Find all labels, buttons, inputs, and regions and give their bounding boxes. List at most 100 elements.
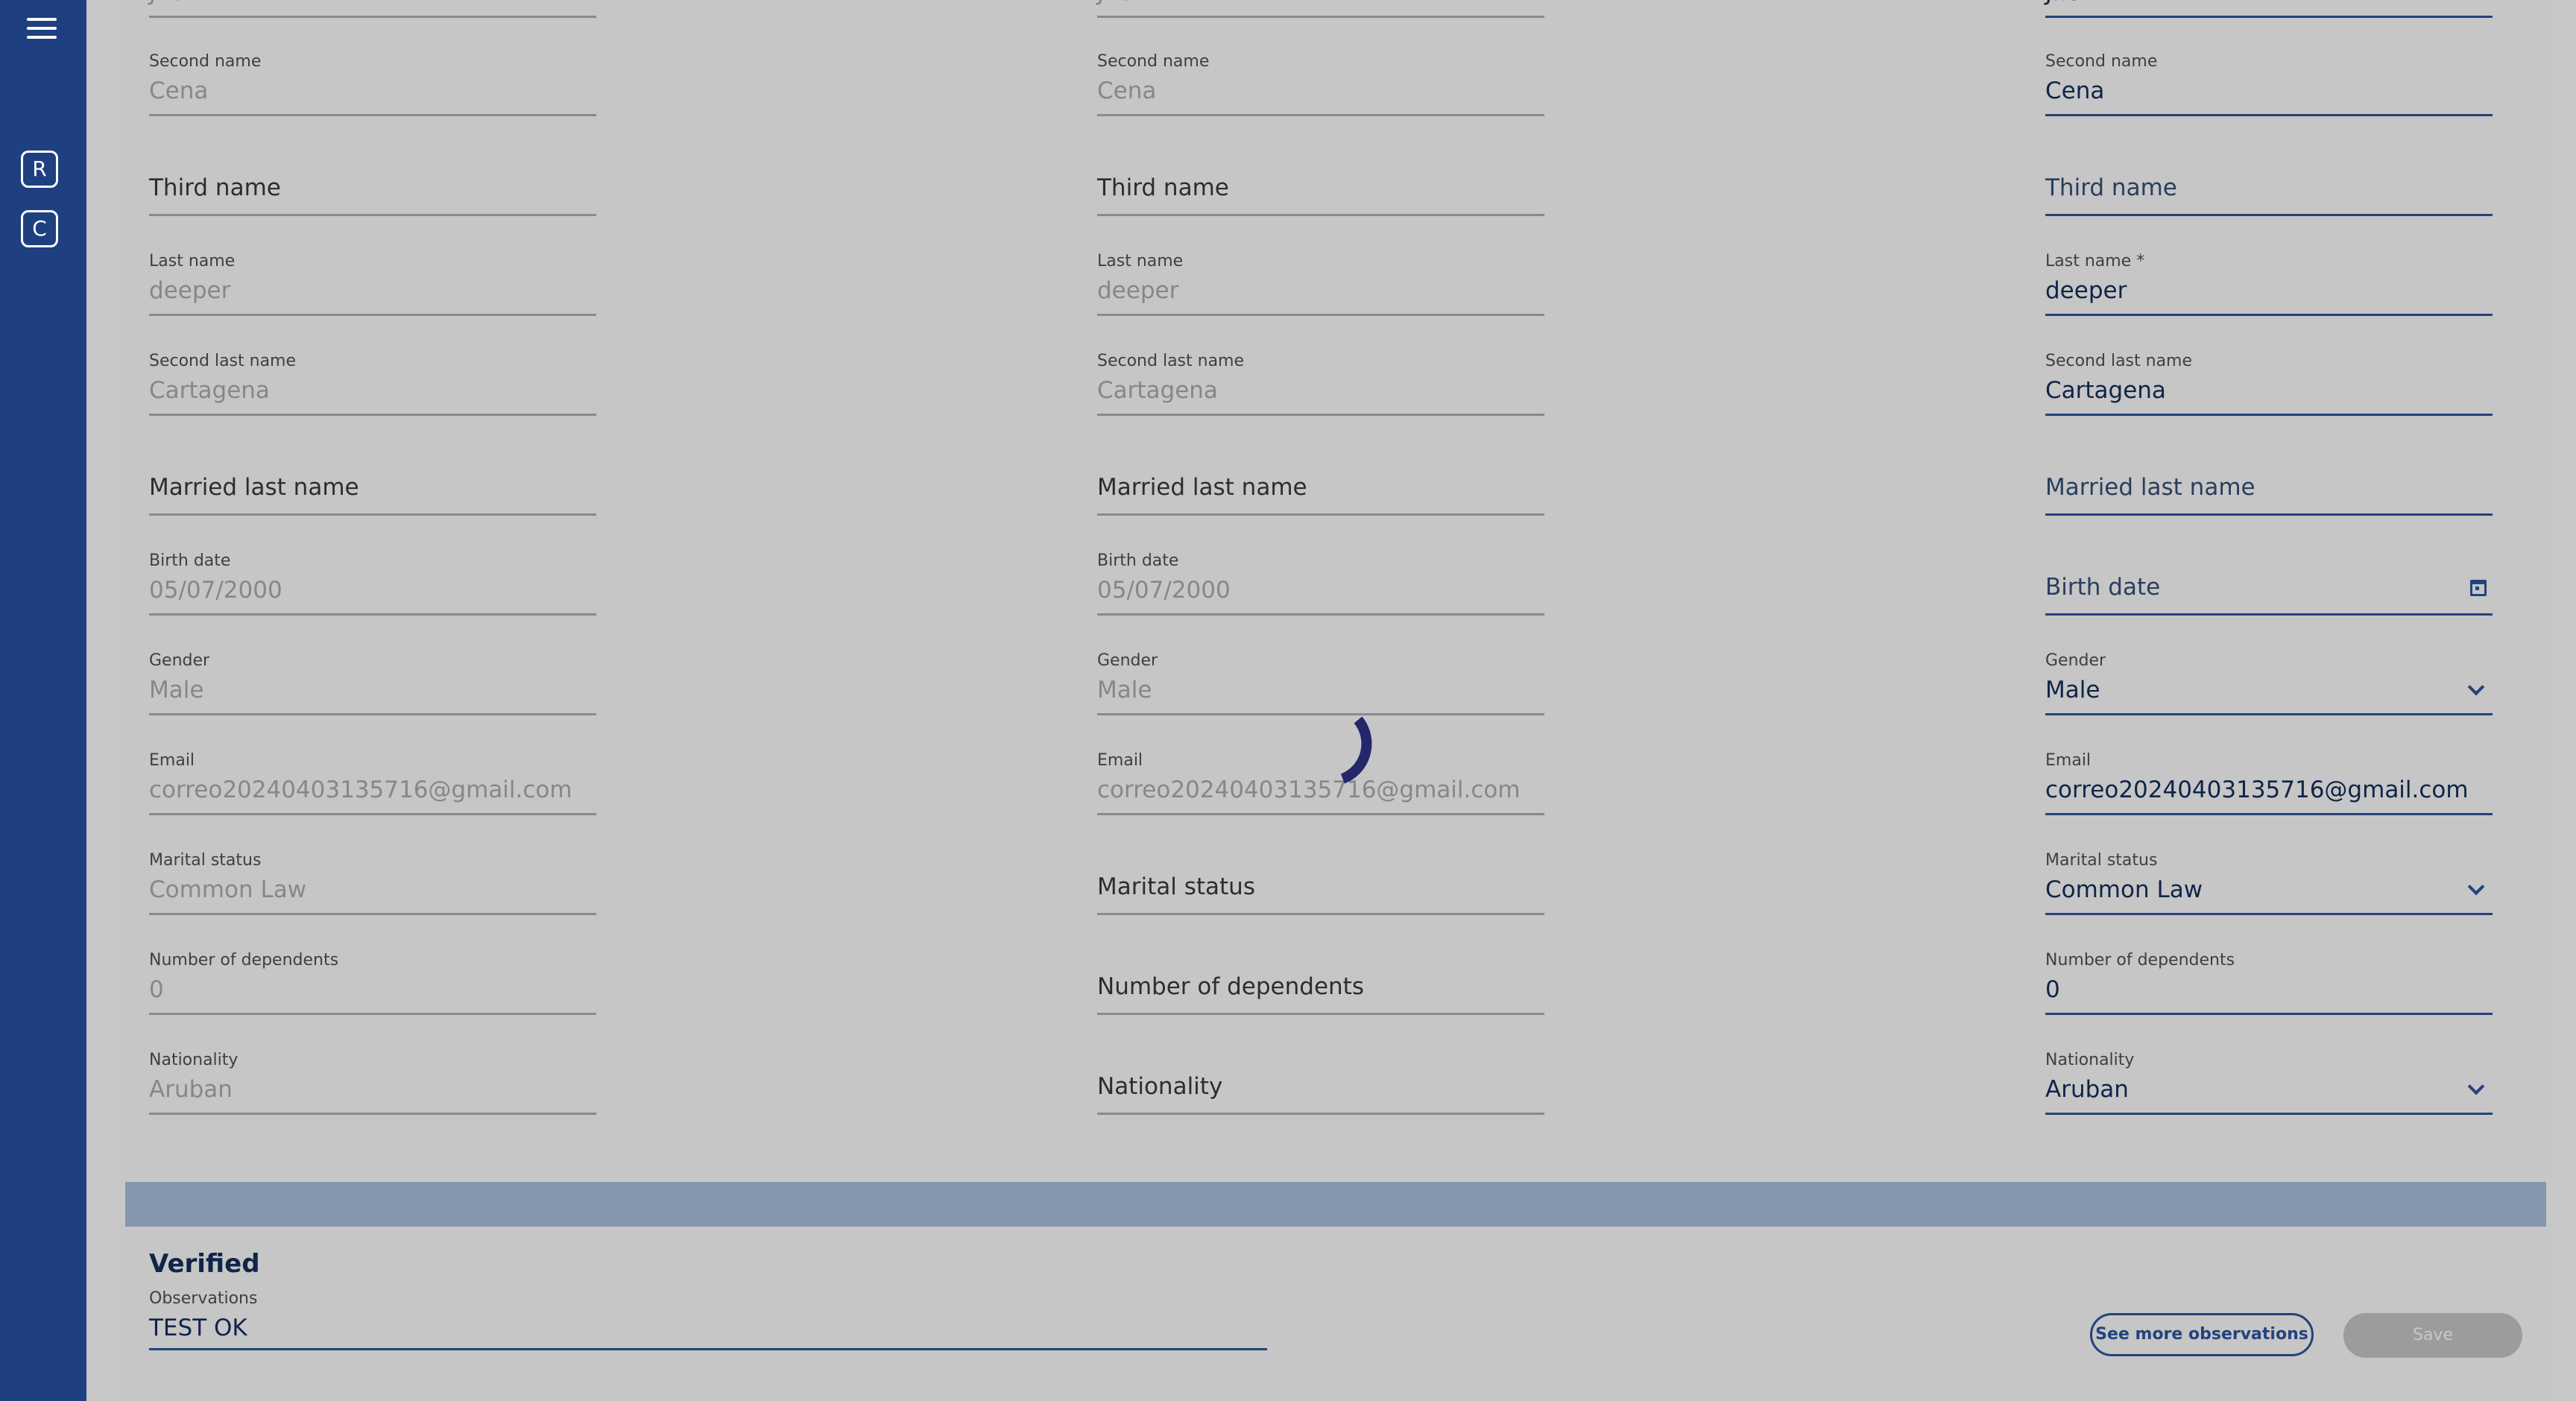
second-last-name-label: Second last name bbox=[2045, 352, 2193, 370]
first-name-value: Jhon bbox=[149, 0, 199, 6]
last-name-value: deeper bbox=[2045, 277, 2127, 304]
birth-date-field[interactable]: Birth date 05/07/2000 bbox=[149, 541, 596, 616]
second-name-label: Second name bbox=[1097, 52, 1210, 71]
second-name-value: Cena bbox=[149, 78, 209, 104]
gender-value: Male bbox=[149, 677, 204, 703]
gender-field[interactable]: Gender Male bbox=[149, 641, 596, 715]
gender-label: Gender bbox=[2045, 651, 2106, 670]
second-name-label: Second name bbox=[149, 52, 262, 71]
nationality-field[interactable]: Nationality Aruban bbox=[2045, 1040, 2493, 1115]
gender-value: Male bbox=[1097, 677, 1152, 703]
birth-date-value: 05/07/2000 bbox=[1097, 577, 1231, 604]
second-last-name-field[interactable]: Second last name Cartagena bbox=[1097, 341, 1544, 416]
marital-status-label: Marital status bbox=[2045, 851, 2158, 870]
gender-field[interactable]: Gender Male bbox=[2045, 641, 2493, 715]
third-name-placeholder: Third name bbox=[2045, 174, 2177, 201]
number-of-dependents-placeholder: Number of dependents bbox=[1097, 973, 1364, 1000]
email-field[interactable]: Email correo20240403135716@gmail.com bbox=[149, 741, 596, 815]
second-last-name-label: Second last name bbox=[149, 352, 297, 370]
second-last-name-value: Cartagena bbox=[1097, 377, 1218, 404]
number-of-dependents-field[interactable]: Number of dependents bbox=[1097, 940, 1544, 1015]
last-name-label: Last name bbox=[1097, 252, 1184, 271]
chevron-down-icon[interactable] bbox=[2467, 678, 2485, 696]
second-last-name-field[interactable]: Second last name Cartagena bbox=[2045, 341, 2493, 416]
nationality-label: Nationality bbox=[149, 1051, 239, 1069]
birth-date-field[interactable]: Birth date bbox=[2045, 541, 2493, 616]
nationality-label: Nationality bbox=[2045, 1051, 2135, 1069]
first-name-value: Jhon bbox=[2045, 0, 2095, 6]
email-field[interactable]: Email correo20240403135716@gmail.com bbox=[2045, 741, 2493, 815]
first-name-field[interactable]: Jhon bbox=[1097, 0, 1544, 18]
gender-label: Gender bbox=[1097, 651, 1158, 670]
nationality-value: Aruban bbox=[2045, 1076, 2129, 1103]
birth-date-label: Birth date bbox=[149, 551, 231, 570]
second-name-field[interactable]: Second name Cena bbox=[149, 42, 596, 116]
last-name-label: Last name * bbox=[2045, 252, 2145, 271]
chevron-down-icon[interactable] bbox=[2467, 878, 2485, 896]
observations-label: Observations bbox=[149, 1289, 258, 1308]
second-name-field[interactable]: Second name Cena bbox=[1097, 42, 1544, 116]
number-of-dependents-label: Number of dependents bbox=[149, 951, 339, 970]
birth-date-label: Birth date bbox=[1097, 551, 1179, 570]
last-name-label: Last name bbox=[149, 252, 236, 271]
second-last-name-value: Cartagena bbox=[2045, 377, 2166, 404]
gender-field[interactable]: Gender Male bbox=[1097, 641, 1544, 715]
married-last-name-placeholder: Married last name bbox=[2045, 474, 2255, 501]
sidebar-badge-c[interactable]: C bbox=[21, 210, 58, 247]
second-name-field[interactable]: Second name Cena bbox=[2045, 42, 2493, 116]
married-last-name-field[interactable]: Married last name bbox=[1097, 441, 1544, 516]
third-name-field[interactable]: Third name bbox=[2045, 142, 2493, 216]
birth-date-field[interactable]: Birth date 05/07/2000 bbox=[1097, 541, 1544, 616]
marital-status-value: Common Law bbox=[2045, 876, 2203, 903]
number-of-dependents-value: 0 bbox=[2045, 976, 2060, 1003]
email-value: correo20240403135716@gmail.com bbox=[2045, 777, 2469, 803]
first-name-field[interactable]: Jhon bbox=[2045, 0, 2493, 18]
email-label: Email bbox=[149, 751, 195, 770]
last-name-field[interactable]: Last name deeper bbox=[1097, 241, 1544, 316]
second-name-label: Second name bbox=[2045, 52, 2158, 71]
email-label: Email bbox=[1097, 751, 1143, 770]
number-of-dependents-field[interactable]: Number of dependents 0 bbox=[2045, 940, 2493, 1015]
marital-status-field[interactable]: Marital status Common Law bbox=[149, 841, 596, 915]
second-last-name-value: Cartagena bbox=[149, 377, 270, 404]
married-last-name-placeholder: Married last name bbox=[149, 474, 359, 501]
loading-spinner bbox=[1295, 716, 1372, 787]
first-name-value: Jhon bbox=[1097, 0, 1147, 6]
nationality-field[interactable]: Nationality Aruban bbox=[149, 1040, 596, 1115]
married-last-name-field[interactable]: Married last name bbox=[149, 441, 596, 516]
calendar-icon[interactable] bbox=[2470, 580, 2487, 596]
nationality-field[interactable]: Nationality bbox=[1097, 1040, 1544, 1115]
save-button[interactable]: Save bbox=[2343, 1313, 2522, 1358]
menu-icon[interactable] bbox=[27, 18, 57, 40]
second-name-value: Cena bbox=[1097, 78, 1157, 104]
nationality-placeholder: Nationality bbox=[1097, 1073, 1223, 1100]
chevron-down-icon[interactable] bbox=[2467, 1078, 2485, 1095]
gender-value: Male bbox=[2045, 677, 2100, 703]
marital-status-field[interactable]: Marital status bbox=[1097, 841, 1544, 915]
marital-status-label: Marital status bbox=[149, 851, 262, 870]
third-name-field[interactable]: Third name bbox=[149, 142, 596, 216]
last-name-value: deeper bbox=[1097, 277, 1179, 304]
observations-value[interactable]: TEST OK bbox=[149, 1315, 247, 1341]
birth-date-value: 05/07/2000 bbox=[149, 577, 282, 604]
married-last-name-field[interactable]: Married last name bbox=[2045, 441, 2493, 516]
marital-status-field[interactable]: Marital status Common Law bbox=[2045, 841, 2493, 915]
third-name-field[interactable]: Third name bbox=[1097, 142, 1544, 216]
birth-date-placeholder: Birth date bbox=[2045, 574, 2161, 601]
observations-field[interactable]: Observations TEST OK bbox=[149, 1288, 1267, 1350]
verified-heading: Verified bbox=[149, 1249, 260, 1279]
section-band bbox=[125, 1182, 2546, 1227]
first-name-field[interactable]: Jhon bbox=[149, 0, 596, 18]
sidebar-badge-r[interactable]: R bbox=[21, 151, 58, 188]
last-name-field[interactable]: Last name * deeper bbox=[2045, 241, 2493, 316]
number-of-dependents-label: Number of dependents bbox=[2045, 951, 2235, 970]
marital-status-placeholder: Marital status bbox=[1097, 873, 1255, 900]
number-of-dependents-value: 0 bbox=[149, 976, 164, 1003]
see-more-observations-button[interactable]: See more observations bbox=[2090, 1313, 2314, 1356]
last-name-value: deeper bbox=[149, 277, 231, 304]
second-last-name-field[interactable]: Second last name Cartagena bbox=[149, 341, 596, 416]
third-name-placeholder: Third name bbox=[1097, 174, 1229, 201]
second-last-name-label: Second last name bbox=[1097, 352, 1245, 370]
last-name-field[interactable]: Last name deeper bbox=[149, 241, 596, 316]
number-of-dependents-field[interactable]: Number of dependents 0 bbox=[149, 940, 596, 1015]
